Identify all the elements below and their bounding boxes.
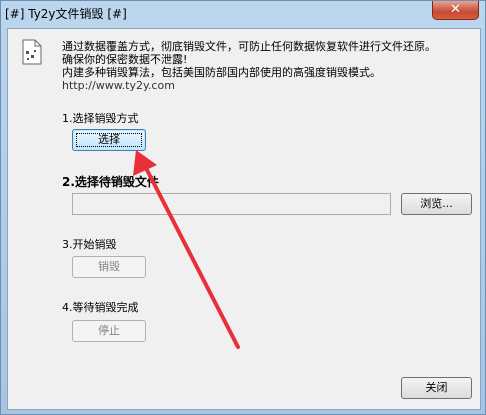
dialog-content: 通过数据覆盖方式，彻底销毁文件，可防止任何数据恢复软件进行文件还原。 确保你的保… [7,28,481,410]
focus-rectangle [76,133,142,147]
intro-line: 确保你的保密数据不泄露! [62,53,188,66]
stop-button-label: 停止 [98,324,120,337]
destroy-button-label: 销毁 [98,260,120,273]
step4-label: 4.等待销毁完成 [62,301,139,314]
website-url: http://www.ty2y.com [62,79,175,92]
select-method-button[interactable]: 选择 [72,129,146,151]
document-icon [22,39,42,65]
close-icon: ✕ [450,2,461,17]
destroy-button[interactable]: 销毁 [72,256,146,278]
intro-text: 通过数据覆盖方式，彻底销毁文件，可防止任何数据恢复软件进行文件还原。 确保你的保… [62,40,472,92]
step1-label: 1.选择销毁方式 [62,112,139,125]
app-window: [#] Ty2y文件销毁 [#] ✕ 通过数据覆盖方式，彻底销毁文件，可防止任何… [0,0,486,415]
intro-line: 通过数据覆盖方式，彻底销毁文件，可防止任何数据恢复软件进行文件还原。 [62,40,436,53]
step2-label: 2.选择待销毁文件 [62,175,159,189]
step3-label: 3.开始销毁 [62,238,117,251]
browse-button[interactable]: 浏览... [401,193,472,215]
window-title: [#] Ty2y文件销毁 [#] [5,7,127,21]
window-close-button[interactable]: ✕ [432,1,479,20]
browse-button-label: 浏览... [420,197,453,210]
close-dialog-button-label: 关闭 [425,381,448,394]
close-dialog-button[interactable]: 关闭 [401,377,472,399]
stop-button[interactable]: 停止 [72,320,146,342]
title-bar[interactable]: [#] Ty2y文件销毁 [#] ✕ [1,1,485,25]
file-path-field[interactable] [72,193,391,215]
intro-line: 内建多种销毁算法，包括美国防部国内部使用的高强度销毁模式。 [62,66,381,79]
